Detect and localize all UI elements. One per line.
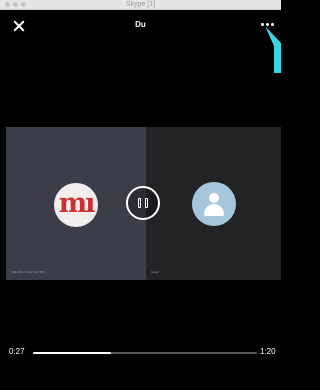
pause-icon — [138, 198, 141, 208]
progress-track[interactable] — [33, 352, 257, 354]
avatar-logo-text: mı — [58, 188, 96, 219]
total-time: 1:20 — [260, 347, 276, 356]
window-titlebar: Skype [1] — [0, 0, 281, 10]
progress-fill — [33, 352, 112, 354]
contact-name: Du — [135, 20, 146, 29]
window-title: Skype [1] — [125, 1, 156, 8]
participant-label: Guest — [151, 270, 160, 274]
default-avatar — [192, 182, 236, 226]
avatar: mı — [54, 183, 98, 227]
pause-button[interactable] — [126, 186, 160, 220]
cursor-arrow-icon — [265, 26, 281, 73]
participant-label: MIGUEL JOSÉ MARTIN — [12, 270, 45, 274]
current-time: 0:27 — [9, 347, 25, 356]
person-icon — [209, 193, 219, 203]
